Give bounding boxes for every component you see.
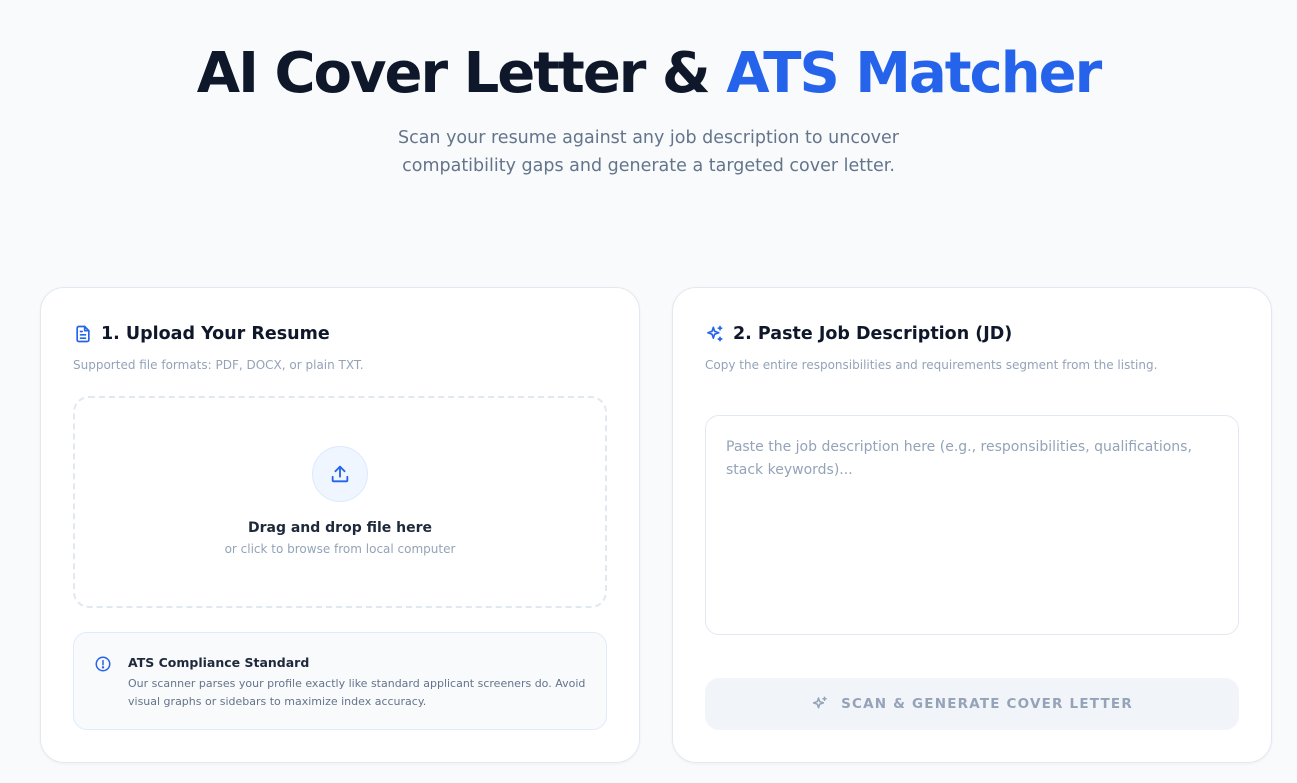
upload-card-title: 1. Upload Your Resume: [101, 324, 330, 344]
scan-generate-label: SCAN & GENERATE COVER LETTER: [841, 696, 1133, 712]
resume-dropzone[interactable]: Drag and drop file here or click to brow…: [73, 396, 607, 608]
page-subtitle: Scan your resume against any job descrip…: [397, 128, 900, 176]
jd-card-title: 2. Paste Job Description (JD): [733, 324, 1013, 344]
cards-container: 1. Upload Your Resume Supported file for…: [40, 287, 1272, 763]
ats-notice: ATS Compliance Standard Our scanner pars…: [73, 632, 607, 730]
sparkles-icon: [707, 325, 723, 342]
upload-icon: [331, 465, 349, 483]
scan-generate-button[interactable]: SCAN & GENERATE COVER LETTER: [705, 678, 1239, 730]
document-icon: [76, 325, 90, 343]
upload-icon-circle: [312, 446, 368, 502]
notice-body: Our scanner parses your profile exactly …: [128, 677, 586, 708]
job-description-card: 2. Paste Job Description (JD) Copy the e…: [672, 287, 1272, 763]
dropzone-title: Drag and drop file here: [247, 520, 433, 536]
info-icon: [95, 656, 111, 672]
jd-card-subtitle: Copy the entire responsibilities and req…: [705, 358, 1158, 372]
title-accent: ATS Matcher: [726, 41, 1102, 106]
page-title: AI Cover Letter & ATS Matcher: [0, 44, 1297, 104]
notice-title: ATS Compliance Standard: [128, 655, 310, 670]
upload-resume-card: 1. Upload Your Resume Supported file for…: [40, 287, 640, 763]
sparkles-icon: [812, 696, 827, 709]
title-main: AI Cover Letter &: [196, 41, 727, 106]
upload-card-header: 1. Upload Your Resume: [73, 324, 330, 344]
hero: AI Cover Letter & ATS Matcher Scan your …: [0, 0, 1297, 180]
jd-card-header: 2. Paste Job Description (JD): [705, 324, 1012, 344]
dropzone-subtitle: or click to browse from local computer: [224, 542, 456, 556]
upload-card-subtitle: Supported file formats: PDF, DOCX, or pl…: [73, 358, 364, 372]
job-description-input[interactable]: [705, 415, 1239, 635]
